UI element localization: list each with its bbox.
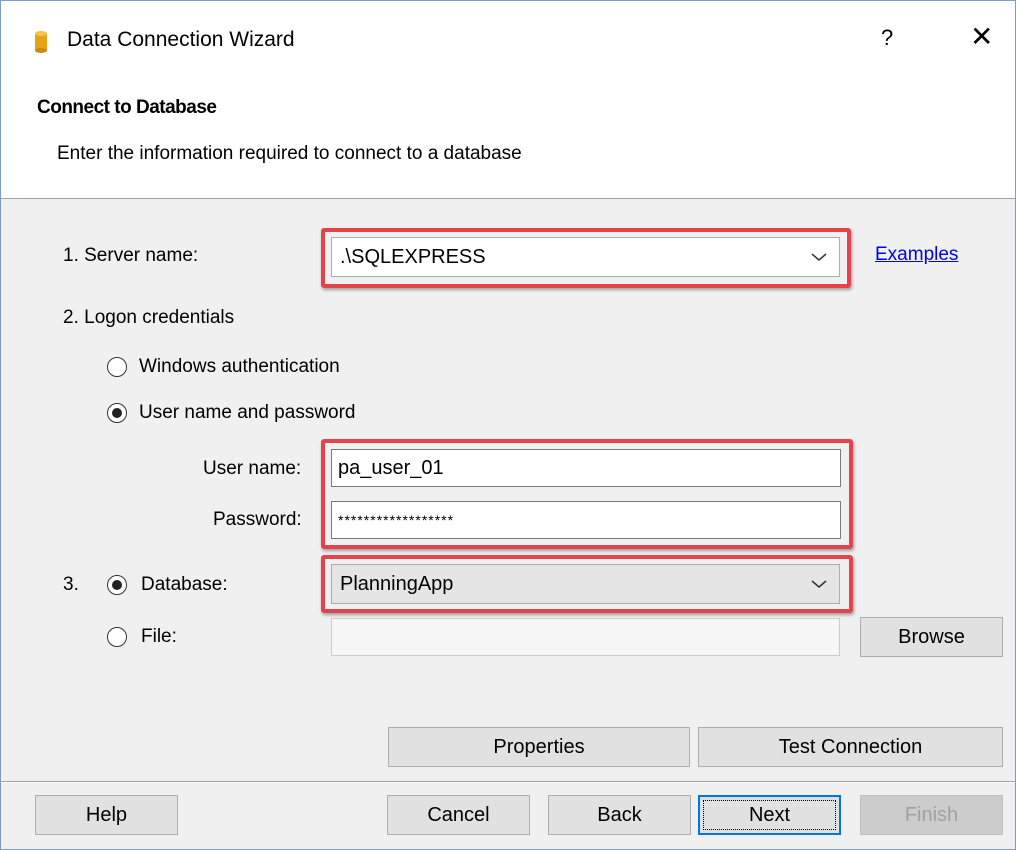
file-radio[interactable] — [107, 627, 127, 647]
help-icon[interactable]: ? — [881, 25, 893, 51]
chevron-down-icon[interactable] — [811, 565, 827, 603]
back-button[interactable]: Back — [548, 795, 691, 835]
help-button[interactable]: Help — [35, 795, 178, 835]
user-pass-label: User name and password — [139, 402, 356, 423]
properties-button[interactable]: Properties — [388, 727, 690, 767]
password-input[interactable]: ****************** — [331, 501, 841, 539]
radio-selected-dot — [112, 408, 122, 418]
server-name-value: .\SQLEXPRESS — [340, 245, 486, 268]
browse-button[interactable]: Browse — [860, 617, 1003, 657]
page-heading: Connect to Database — [37, 97, 217, 118]
database-icon — [35, 31, 47, 53]
window-title: Data Connection Wizard — [67, 28, 295, 51]
database-radio[interactable] — [107, 575, 127, 595]
focus-rectangle — [703, 800, 836, 830]
password-value: ****************** — [338, 512, 455, 528]
file-path-input[interactable] — [331, 618, 840, 656]
cancel-button[interactable]: Cancel — [387, 795, 530, 835]
test-connection-button[interactable]: Test Connection — [698, 727, 1003, 767]
database-value: PlanningApp — [340, 572, 454, 595]
title-bar: Data Connection Wizard ? ✕ — [1, 1, 1015, 83]
server-name-label: 1. Server name: — [63, 245, 199, 266]
step-3-number: 3. — [63, 574, 79, 595]
windows-auth-radio[interactable] — [107, 357, 127, 377]
windows-auth-label: Windows authentication — [139, 356, 340, 377]
footer-divider-highlight — [1, 782, 1015, 783]
username-label: User name: — [203, 458, 302, 479]
close-icon[interactable]: ✕ — [970, 23, 993, 51]
radio-selected-dot — [112, 580, 122, 590]
next-button[interactable]: Next — [698, 795, 841, 835]
username-input[interactable]: pa_user_01 — [331, 449, 841, 487]
logon-credentials-label: 2. Logon credentials — [63, 307, 235, 328]
finish-button[interactable]: Finish — [860, 795, 1003, 835]
username-value: pa_user_01 — [338, 456, 444, 479]
file-label: File: — [141, 626, 177, 647]
data-connection-wizard-window: Data Connection Wizard ? ✕ Connect to Da… — [0, 0, 1016, 850]
database-combo[interactable]: PlanningApp — [331, 564, 840, 604]
password-label: Password: — [213, 509, 302, 530]
examples-link[interactable]: Examples — [875, 244, 958, 266]
chevron-down-icon[interactable] — [811, 238, 827, 276]
page-subheading: Enter the information required to connec… — [57, 143, 522, 164]
database-label: Database: — [141, 574, 228, 595]
user-pass-radio[interactable] — [107, 403, 127, 423]
server-name-combo[interactable]: .\SQLEXPRESS — [331, 237, 840, 277]
